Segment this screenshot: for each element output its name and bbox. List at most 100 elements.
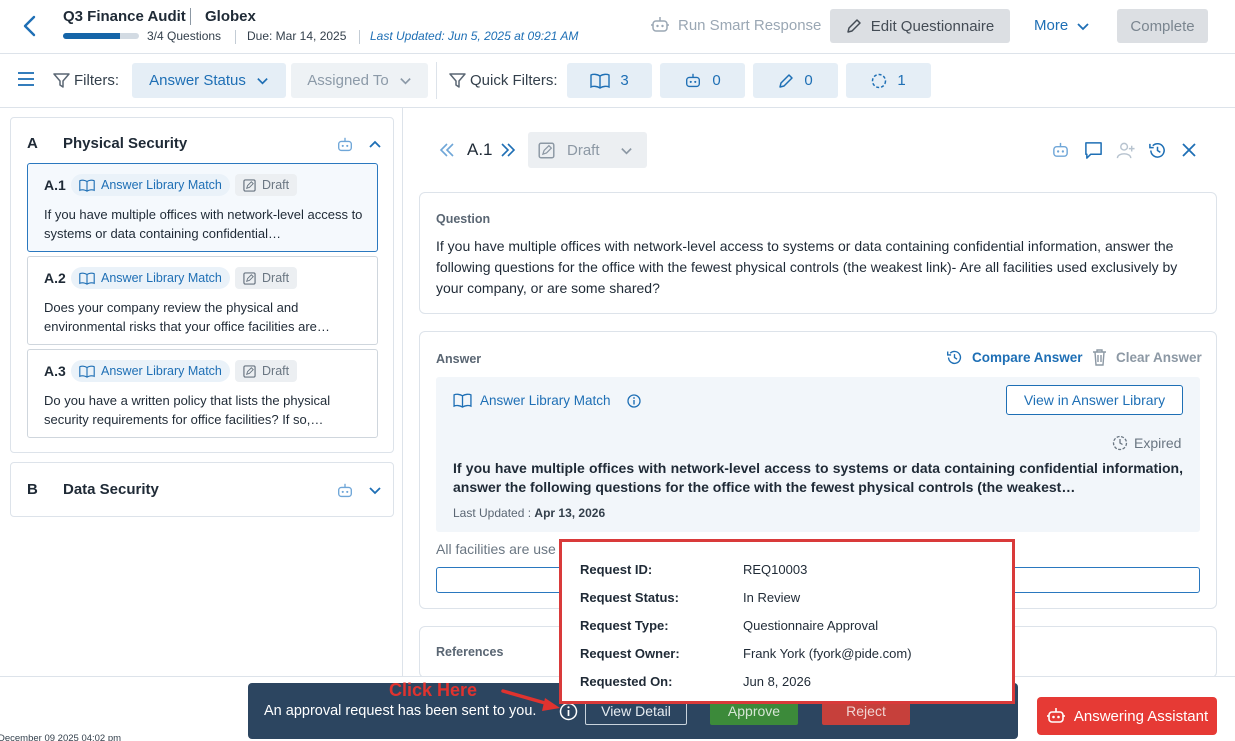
draft-tag: Draft [235,267,298,289]
question-label: Question [436,212,491,226]
hamburger-menu-icon[interactable] [17,72,35,86]
filter-bar: Filters: Answer Status Assigned To Quick… [0,54,1235,108]
field-label: Request ID: [580,561,653,577]
quick-filter-smart-response[interactable]: 0 [660,63,745,98]
more-menu-button[interactable]: More [1034,17,1090,34]
quick-filter-count: 3 [620,72,629,89]
approval-message: An approval request has been sent to you… [264,703,537,719]
answer-status-dropdown[interactable]: Answer Status [132,63,286,98]
book-icon [79,272,95,285]
expired-status: Expired [1112,435,1181,451]
timestamp-stamp: December 09 2025 04:02 pm [0,733,122,741]
close-icon[interactable] [1182,143,1196,157]
previous-question-icon[interactable] [439,142,455,158]
library-last-updated: Last Updated : Apr 13, 2026 [453,506,605,520]
robot-icon[interactable] [336,136,354,154]
chevron-up-icon[interactable] [369,139,381,149]
question-card-a1[interactable]: A.1 Answer Library Match Draft If you ha… [27,163,378,252]
info-icon[interactable] [626,393,641,408]
robot-icon [1046,706,1066,726]
field-value: REQ10003 [743,561,808,577]
question-id: A.3 [44,363,66,379]
pencil-icon [846,18,862,34]
quick-filter-unanswered[interactable]: 1 [846,63,931,98]
compare-answer-label: Compare Answer [972,350,1083,365]
clock-icon [1112,435,1128,451]
divider [235,30,236,44]
question-box: Question If you have multiple offices wi… [419,192,1217,314]
section-letter: A [27,135,38,152]
book-icon [590,73,611,89]
edit-questionnaire-button[interactable]: Edit Questionnaire [830,9,1010,43]
question-card-a2[interactable]: A.2 Answer Library Match Draft Does your… [27,256,378,345]
chevron-down-icon[interactable] [369,485,381,495]
answer-text-preview: All facilities are use [436,541,556,557]
field-label: Request Type: [580,617,669,633]
question-navigator: A Physical Security A.1 Answer Library M… [0,108,403,676]
history-icon[interactable] [1148,141,1167,160]
filters-label: Filters: [74,72,119,89]
view-in-answer-library-button[interactable]: View in Answer Library [1006,385,1183,415]
question-text: If you have multiple offices with networ… [436,238,1178,296]
edit-questionnaire-label: Edit Questionnaire [870,17,995,35]
answering-assistant-button[interactable]: Answering Assistant [1037,697,1217,735]
annotation-arrow-icon [500,688,564,714]
expired-label: Expired [1134,435,1182,451]
back-arrow-icon[interactable] [20,15,40,37]
section-name[interactable]: Physical Security [63,135,187,152]
run-smart-response-label: Run Smart Response [678,16,822,34]
robot-icon [650,15,670,35]
complete-button[interactable]: Complete [1117,9,1208,43]
assign-user-icon[interactable] [1116,141,1136,160]
question-excerpt: If you have multiple offices with networ… [44,207,363,241]
trash-icon [1092,349,1107,366]
field-value: Frank York (fyork@pide.com) [743,645,912,661]
request-type-row: Request Type: Questionnaire Approval [580,611,1000,639]
status-dropdown[interactable]: Draft [528,132,647,168]
references-label: References [436,645,504,659]
quick-filter-manual[interactable]: 0 [753,63,838,98]
comment-icon[interactable] [1084,141,1103,160]
quick-filter-count: 0 [804,72,813,89]
title-divider [190,8,191,25]
quick-filter-count: 1 [897,72,906,89]
question-excerpt: Does your company review the physical an… [44,300,330,334]
click-here-annotation: Click Here [389,680,478,700]
pencil-icon [778,73,794,89]
assigned-to-dropdown[interactable]: Assigned To [291,63,428,98]
chevron-down-icon [620,144,633,157]
last-updated-label: Last Updated : [453,506,532,520]
answer-status-label: Answer Status [149,72,246,89]
compare-answer-button[interactable]: Compare Answer [946,349,1083,366]
top-bar: Q3 Finance Audit Globex 3/4 Questions Du… [0,0,1235,54]
clear-answer-button[interactable]: Clear Answer [1092,349,1202,366]
library-match-heading: Answer Library Match [453,393,641,408]
robot-icon[interactable] [1051,141,1070,160]
answer-label: Answer [436,352,482,366]
quick-filters-label: Quick Filters: [470,72,558,89]
section-b[interactable]: B Data Security [10,462,394,517]
request-detail-list: Request ID: REQ10003 Request Status: In Re… [580,555,1000,695]
quick-filter-icon [449,72,466,89]
progress-text: 3/4 Questions [147,29,222,43]
progress-bar [63,33,139,39]
divider [436,62,437,99]
request-status-row: Request Status: In Review [580,583,1000,611]
dashed-circle-icon [871,73,887,89]
draft-icon [243,271,256,285]
tag-label: Answer Library Match [101,364,222,378]
assigned-to-label: Assigned To [307,72,389,89]
robot-icon[interactable] [336,482,354,500]
question-card-a3[interactable]: A.3 Answer Library Match Draft Do you ha… [27,349,378,438]
library-match-tag: Answer Library Match [71,267,230,289]
company-name: Globex [205,8,256,25]
quick-filter-library-match[interactable]: 3 [567,63,652,98]
tag-label: Answer Library Match [101,178,222,192]
chevron-down-icon [1076,19,1090,33]
next-question-icon[interactable] [500,142,516,158]
library-match-label: Answer Library Match [480,393,611,408]
run-smart-response-button[interactable]: Run Smart Response [650,15,821,35]
questionnaire-title: Q3 Finance Audit [63,8,186,25]
draft-tag: Draft [235,174,298,196]
library-match-tag: Answer Library Match [71,174,230,196]
